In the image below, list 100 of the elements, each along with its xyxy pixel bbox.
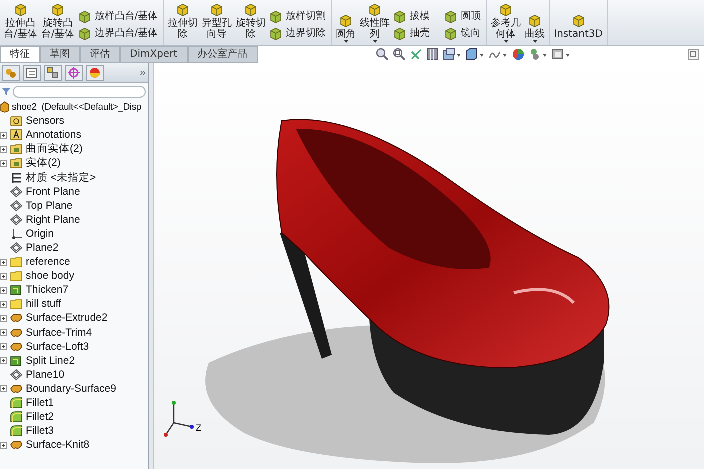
tree-item-label[interactable]: Top Plane [26, 200, 73, 212]
tree-item-label: shoe2 (Default<<Default>_Disp [12, 102, 142, 113]
ribbon-button[interactable]: 曲线 [524, 14, 546, 43]
zoom-area-icon[interactable] [392, 48, 406, 61]
feature-icon [10, 354, 23, 367]
viewport-maximize-icon[interactable] [688, 49, 699, 60]
fillet-icon [10, 397, 23, 410]
ribbon-button[interactable]: 放样凸台/基体 [78, 10, 160, 24]
tree-item-label[interactable]: Annotations [26, 129, 82, 142]
tree-item-label[interactable]: Front Plane [26, 186, 80, 198]
ribbon-tab[interactable]: 办公室产品 [188, 46, 258, 62]
more-tabs-glyph[interactable]: » [140, 66, 146, 78]
ribbon-button[interactable]: 旋转凸 台/基体 [40, 3, 76, 43]
tree-item-label[interactable]: hill stuff [26, 298, 62, 310]
ribbon-tab[interactable]: DimXpert [120, 46, 188, 62]
expand-icon[interactable] [0, 442, 7, 449]
configuration-manager-tab[interactable] [44, 64, 62, 80]
folder-icon [10, 256, 23, 268]
configuration-icon [47, 66, 59, 78]
tree-item-label[interactable]: Sensors [26, 115, 65, 128]
ribbon-button[interactable]: 旋转切 除 [235, 3, 268, 43]
ribbon-button[interactable]: 拔模 [393, 10, 432, 24]
expand-icon[interactable] [0, 300, 7, 308]
expand-icon[interactable] [0, 329, 7, 336]
expand-icon[interactable] [0, 385, 7, 392]
cube-icon [14, 3, 28, 17]
tree-item-label[interactable]: Plane2 [26, 242, 59, 254]
tree-item-label[interactable]: Surface-Trim4 [26, 326, 92, 339]
view-settings-icon[interactable] [552, 48, 571, 61]
ribbon-button[interactable]: 圆角 [335, 14, 358, 43]
expand-icon[interactable] [0, 160, 7, 167]
cube-icon [368, 3, 382, 17]
tree-item-label[interactable]: Fillet1 [26, 397, 54, 410]
cube-icon [444, 27, 458, 41]
tree-item-label[interactable]: Boundary-Surface9 [26, 382, 116, 395]
expand-icon[interactable] [0, 258, 7, 266]
ribbon-tab[interactable]: 特征 [0, 46, 40, 62]
ribbon-button[interactable]: 拉伸切 除 [167, 3, 200, 43]
ribbon-button[interactable]: 参考几 何体 [490, 3, 522, 43]
display-style-icon[interactable] [466, 48, 485, 61]
annotation-icon [10, 129, 23, 142]
expand-icon[interactable] [0, 146, 7, 153]
zoom-to-fit-icon[interactable] [376, 48, 389, 61]
tree-item-label[interactable]: Fillet2 [26, 411, 54, 424]
plane-icon [10, 368, 23, 381]
tree-item-label[interactable]: Thicken7 [26, 284, 69, 296]
ribbon-button[interactable]: 边界凸台/基体 [78, 27, 160, 41]
display-manager-tab[interactable] [86, 64, 104, 80]
ribbon-tab[interactable]: 评估 [80, 46, 120, 62]
crosshair-icon [68, 66, 80, 78]
scene-icon[interactable] [528, 48, 548, 61]
tree-item-label[interactable]: Surface-Extrude2 [26, 312, 108, 324]
filter-icon [2, 87, 11, 96]
ribbon-button[interactable]: 异型孔 向导 [201, 3, 234, 43]
tree-item-label[interactable]: Plane10 [26, 368, 65, 381]
ribbon-button[interactable]: 圆顶 [444, 10, 484, 24]
surface-icon [10, 312, 23, 324]
tree-item-label[interactable]: Right Plane [26, 214, 80, 226]
ribbon-button[interactable]: 边界切除 [269, 27, 328, 41]
expand-icon[interactable] [0, 357, 7, 364]
surface-icon [10, 439, 23, 452]
cube-icon [244, 3, 258, 17]
tree-item-label[interactable]: Origin [26, 228, 54, 240]
expand-icon[interactable] [0, 272, 7, 280]
view-orientation-icon[interactable] [442, 48, 462, 61]
ribbon-tab[interactable]: 草图 [40, 46, 80, 62]
expand-icon[interactable] [0, 132, 7, 139]
tree-item-label[interactable]: reference [26, 256, 70, 268]
tree-item[interactable]: shoe2 (Default<<Default>_Disp [0, 100, 148, 114]
ribbon-button[interactable]: 放样切割 [269, 10, 328, 24]
section-view-icon[interactable] [426, 48, 439, 61]
ribbon-button[interactable]: 抽壳 [393, 27, 432, 41]
part-icon [0, 101, 10, 114]
expand-icon[interactable] [0, 314, 7, 322]
expand-icon[interactable] [0, 286, 7, 294]
expand-icon[interactable] [0, 343, 7, 350]
ribbon-button[interactable]: 线性阵 列 [359, 3, 392, 43]
dimxpert-manager-tab[interactable] [65, 64, 83, 80]
tree-item-label[interactable]: Fillet3 [26, 425, 54, 438]
property-manager-tab[interactable] [23, 64, 41, 80]
tree-item-label[interactable]: shoe body [26, 270, 74, 282]
appearance-icon[interactable] [512, 48, 525, 61]
tree-item-label[interactable]: 实体(2) [26, 156, 61, 170]
tree-item-label[interactable]: 材质 <未指定> [26, 170, 96, 185]
tree-item-label[interactable]: Split Line2 [26, 354, 76, 367]
cube-icon [78, 10, 92, 24]
ribbon-button[interactable]: Instant3D [553, 14, 604, 43]
feature-manager-tab[interactable] [2, 64, 20, 80]
cube-icon [444, 10, 458, 24]
tree-item-label[interactable]: Surface-Knit8 [26, 439, 90, 452]
surface-icon [10, 340, 23, 353]
tree-item-label[interactable]: 曲面实体(2) [26, 142, 83, 156]
fillet-icon [10, 411, 23, 424]
ribbon-button[interactable]: 镜向 [444, 27, 484, 41]
filter-field[interactable] [13, 86, 146, 98]
cube-icon [269, 27, 284, 41]
ribbon-button[interactable]: 拉伸凸 台/基体 [3, 3, 38, 43]
tree-item-label[interactable]: Surface-Loft3 [26, 340, 90, 353]
plane-icon [10, 242, 23, 254]
axis-triad-icon [164, 401, 194, 437]
